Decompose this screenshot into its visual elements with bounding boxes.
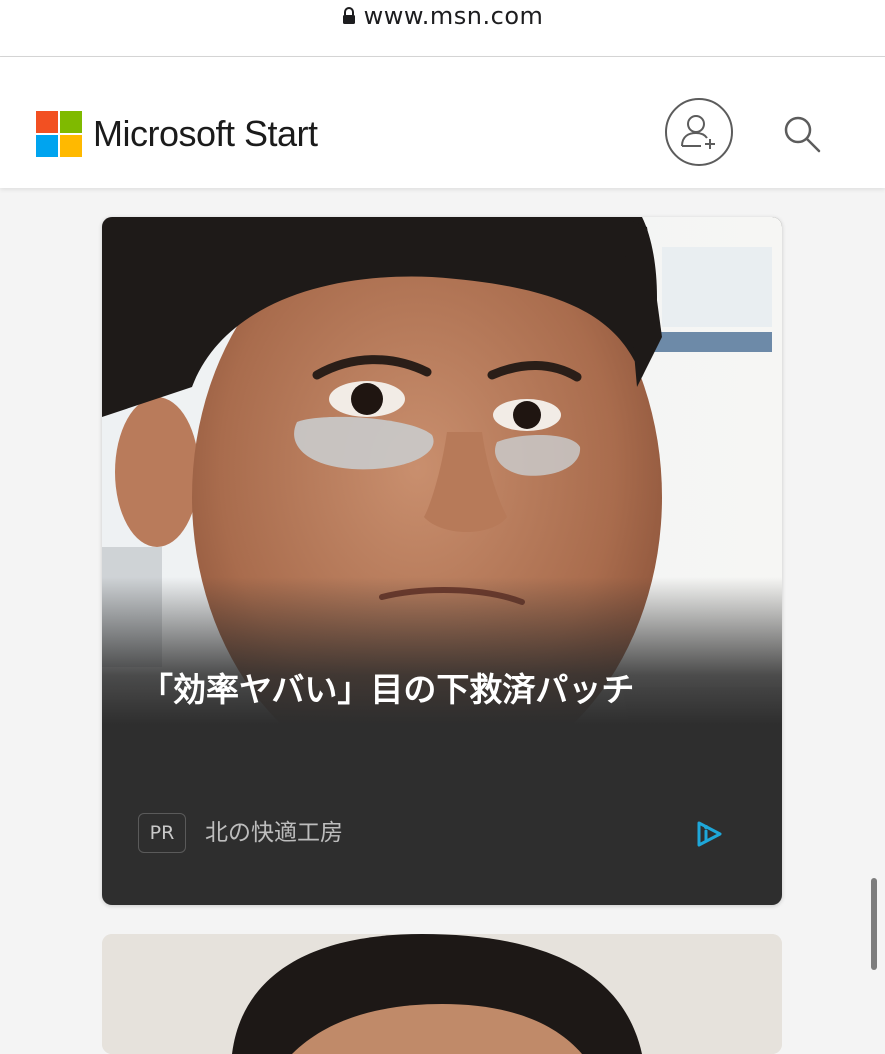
logo-square-green — [60, 111, 82, 133]
search-button[interactable] — [780, 112, 824, 156]
pr-badge: PR — [138, 813, 186, 853]
url-display[interactable]: www.msn.com — [342, 2, 544, 30]
logo-square-blue — [36, 135, 58, 157]
page-scrollbar[interactable] — [871, 878, 877, 970]
logo-square-yellow — [60, 135, 82, 157]
lock-icon — [342, 7, 355, 24]
logo-square-red — [36, 111, 58, 133]
browser-url-bar[interactable]: www.msn.com — [0, 0, 885, 57]
url-text: www.msn.com — [363, 2, 544, 30]
next-card-image[interactable] — [102, 934, 782, 1054]
adchoices-button[interactable] — [692, 817, 726, 851]
sign-in-button[interactable] — [665, 98, 733, 166]
search-icon — [784, 116, 821, 153]
microsoft-logo[interactable] — [36, 111, 82, 157]
card-title[interactable]: 「効率ヤバい」目の下救済パッチ — [140, 662, 730, 718]
ad-card[interactable]: 「効率ヤバい」目の下救済パッチ PR 北の快適工房 — [102, 217, 782, 905]
next-card[interactable] — [102, 934, 782, 1054]
card-title-backdrop — [102, 577, 782, 905]
brand-name[interactable]: Microsoft Start — [93, 111, 318, 157]
site-header: Microsoft Start — [0, 57, 885, 188]
add-user-icon — [681, 115, 715, 149]
adchoices-icon — [697, 821, 722, 847]
sponsor-name[interactable]: 北の快適工房 — [205, 815, 343, 851]
